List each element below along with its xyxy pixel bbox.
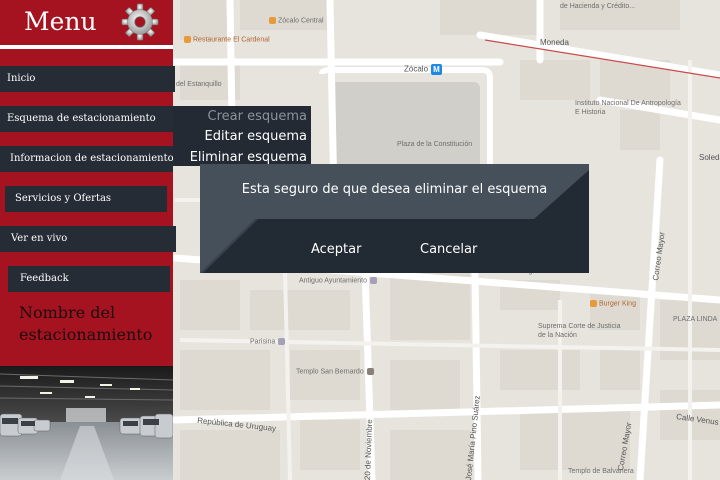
submenu-eliminar-esquema[interactable]: Eliminar esquema bbox=[190, 150, 307, 165]
esquema-submenu: Crear esquema Editar esquema Eliminar es… bbox=[173, 106, 311, 166]
map-label-parisina: Parisina bbox=[250, 338, 287, 345]
metro-icon: M bbox=[431, 64, 443, 75]
map-label-plaza-constitucion: Plaza de la Constitución bbox=[397, 141, 473, 148]
map-label-restaurante: Restaurante El Cardenal bbox=[184, 36, 270, 43]
submenu-editar-esquema[interactable]: Editar esquema bbox=[204, 129, 307, 144]
shop-icon bbox=[278, 338, 286, 345]
menu-item-esquema[interactable]: Esquema de estacionamiento bbox=[0, 106, 173, 132]
cancel-button[interactable]: Cancelar bbox=[420, 242, 477, 257]
menu-title: Menu bbox=[24, 7, 97, 36]
map-label-templo-balvanera: Templo de Balvanera bbox=[568, 468, 634, 475]
menu-header: Menu bbox=[0, 0, 173, 50]
map-label-antiguo-ayuntamiento: Antiguo Ayuntamiento bbox=[299, 277, 379, 284]
map-label-hacienda: de Hacienda y Crédito... bbox=[560, 3, 636, 10]
menu-item-servicios[interactable]: Servicios y Ofertas bbox=[5, 186, 167, 212]
map-label-suprema-corte: Suprema Corte de Justicia de la Nación bbox=[538, 323, 621, 339]
menu-item-feedback[interactable]: Feedback bbox=[8, 266, 170, 292]
parking-garage-photo bbox=[0, 366, 173, 480]
confirm-delete-dialog: Esta seguro de que desea eliminar el esq… bbox=[200, 164, 589, 273]
map-label-estanquillo: del Estanquillo bbox=[176, 81, 222, 88]
restaurant-icon bbox=[269, 17, 276, 24]
restaurant-icon bbox=[184, 36, 191, 43]
menu-item-inicio[interactable]: Inicio bbox=[0, 66, 175, 92]
landmark-icon bbox=[369, 277, 377, 284]
restaurant-icon bbox=[590, 300, 597, 307]
map-label-burger-king: Burger King bbox=[590, 300, 636, 307]
map-label-plaza-linda: PLAZA LINDA bbox=[673, 316, 718, 323]
gear-icon[interactable] bbox=[121, 3, 159, 41]
dialog-background bbox=[200, 164, 589, 273]
menu-item-informacion[interactable]: Informacion de estacionamiento bbox=[0, 146, 174, 172]
map-label-soledad: Soledad bbox=[699, 153, 720, 162]
submenu-crear-esquema[interactable]: Crear esquema bbox=[208, 109, 307, 124]
dialog-message: Esta seguro de que desea eliminar el esq… bbox=[241, 182, 548, 197]
map-label-zocalo: Zócalo M bbox=[404, 64, 443, 75]
map-label-zocalo-central: Zócalo Central bbox=[269, 17, 324, 24]
map-label-instituto: Instituto Nacional De Antropología E His… bbox=[575, 100, 681, 116]
parking-name: Nombre del estacionamiento bbox=[19, 303, 153, 344]
map-label-moneda: Moneda bbox=[540, 38, 569, 47]
accept-button[interactable]: Aceptar bbox=[311, 242, 361, 257]
sidebar: Menu Inicio Esquema de estacionamiento I… bbox=[0, 0, 176, 480]
church-icon bbox=[366, 368, 374, 375]
map-label-templo-san-bernardo: Templo San Bernardo bbox=[296, 368, 376, 375]
menu-item-ver-en-vivo[interactable]: Ver en vivo bbox=[0, 226, 176, 252]
menu-underline bbox=[0, 45, 173, 49]
